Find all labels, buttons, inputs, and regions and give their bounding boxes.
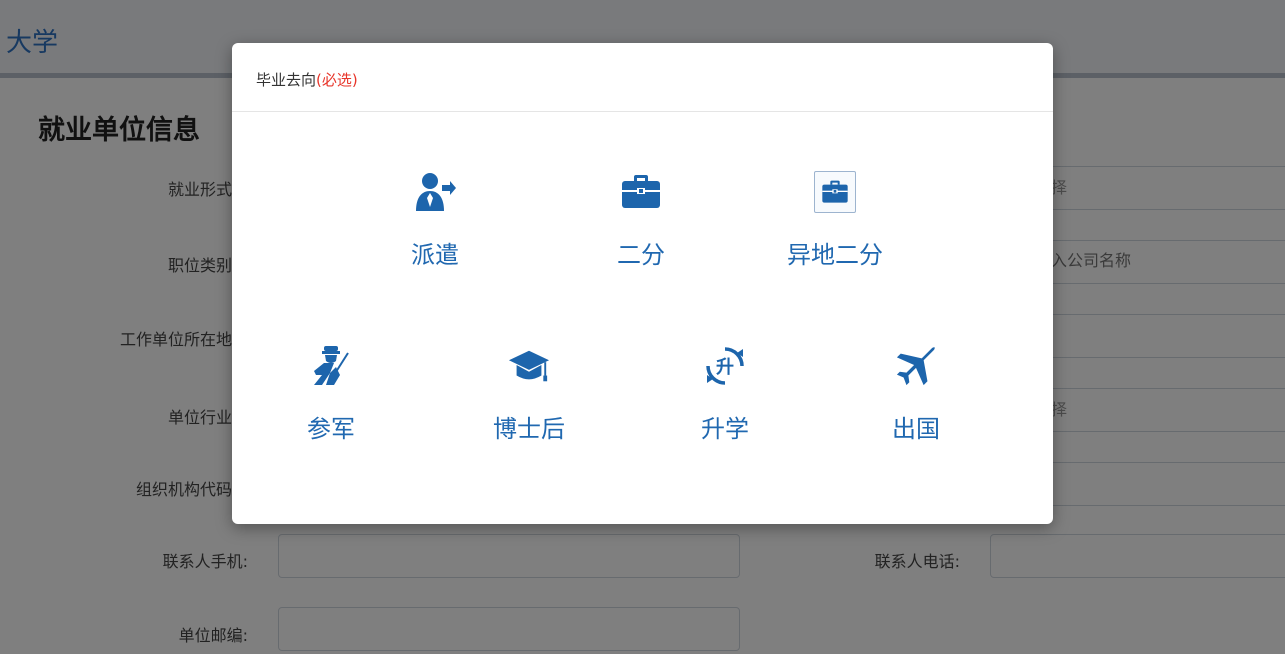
user-dispatch-icon <box>414 171 456 213</box>
option-postdoc[interactable]: 博士后 <box>449 345 609 444</box>
option-dispatch[interactable]: 派遣 <box>355 171 515 270</box>
briefcase-icon <box>620 171 662 213</box>
airplane-icon <box>895 345 937 387</box>
option-postdoc-label: 博士后 <box>493 415 565 443</box>
upgrade-cycle-icon: 升 <box>704 345 746 387</box>
modal-header: 毕业去向(必选) <box>232 43 1053 112</box>
option-military-label: 参军 <box>307 415 355 443</box>
option-dispatch-label: 派遣 <box>411 241 459 269</box>
option-study-abroad[interactable]: 出国 <box>836 345 996 444</box>
option-further-study-label: 升学 <box>701 415 749 443</box>
option-study-abroad-label: 出国 <box>892 415 940 443</box>
graduation-destination-modal: 毕业去向(必选) 派遣 二分 异地二分 参军 博士后 升 升学 出国 <box>232 43 1053 524</box>
soldier-icon <box>310 345 352 387</box>
svg-text:升: 升 <box>716 357 734 378</box>
option-remote-second-assignment[interactable]: 异地二分 <box>755 171 915 270</box>
option-further-study[interactable]: 升 升学 <box>645 345 805 444</box>
required-tag: (必选) <box>316 71 358 89</box>
briefcase-icon <box>814 171 856 213</box>
option-remote-second-assignment-label: 异地二分 <box>787 241 883 269</box>
option-military[interactable]: 参军 <box>251 345 411 444</box>
option-second-assignment[interactable]: 二分 <box>561 171 721 270</box>
option-second-assignment-label: 二分 <box>617 241 665 269</box>
graduation-cap-icon <box>508 345 550 387</box>
modal-title: 毕业去向 <box>256 71 317 89</box>
